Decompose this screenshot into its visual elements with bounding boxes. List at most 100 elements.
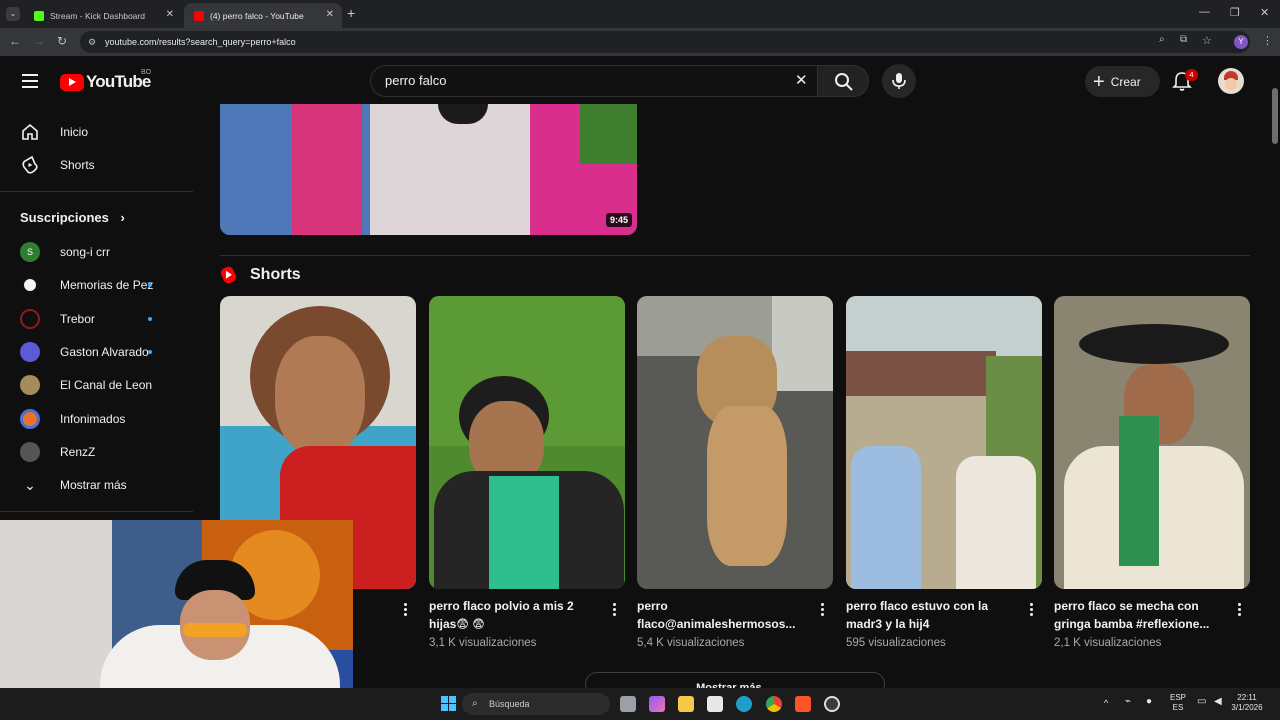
url-text: youtube.com/results?search_query=perro+f… (105, 37, 296, 47)
clock-date: 3/1/2026 (1231, 703, 1263, 712)
short-title[interactable]: perro flaco se mecha con gringa bamba #r… (1054, 597, 1229, 633)
close-tab-icon[interactable]: ✕ (166, 9, 174, 20)
short-thumbnail[interactable] (846, 296, 1042, 589)
edge-icon[interactable] (736, 696, 752, 712)
search-value: perro falco (385, 73, 447, 88)
brave-icon[interactable] (795, 696, 811, 712)
video-duration: 9:45 (605, 213, 632, 227)
plus-icon: + (1093, 70, 1105, 93)
sidebar-item-memorias-de-pez[interactable]: Memorias de Pez (14, 271, 184, 299)
short-thumbnail[interactable] (637, 296, 833, 589)
voice-search-button[interactable] (882, 64, 916, 98)
short-thumbnail[interactable] (429, 296, 625, 589)
display-icon[interactable]: ▭ (1197, 697, 1206, 707)
channel-avatar (20, 342, 40, 362)
taskbar-search-placeholder: Búsqueda (489, 699, 530, 709)
sidebar-item-label: Infonimados (60, 412, 126, 426)
notification-badge: 4 (1185, 69, 1198, 81)
short-views: 3,1 K visualizaciones (429, 637, 537, 649)
short-thumbnail[interactable] (1054, 296, 1250, 589)
sidebar-item-label: Memorias de Pez (60, 278, 154, 292)
page-scrollbar[interactable] (1270, 56, 1280, 690)
shorts-logo-icon (219, 265, 238, 285)
subscriptions-heading[interactable]: Suscripciones › (20, 210, 125, 225)
tray-chevron-up-icon[interactable]: ^ (1104, 698, 1108, 708)
short-item[interactable]: perro flaco polvio a mis 2 hijas😨 😨 3,1 … (429, 296, 625, 649)
shorts-title-text: Shorts (250, 266, 301, 283)
scrollbar-thumb[interactable] (1272, 88, 1278, 144)
sidebar-item-inicio[interactable]: Inicio (14, 118, 184, 146)
more-options-button[interactable] (1232, 601, 1246, 619)
short-title[interactable]: perro flaco polvio a mis 2 hijas😨 😨 (429, 597, 604, 633)
address-bar[interactable]: ⚙ youtube.com/results?search_query=perro… (80, 31, 1250, 53)
microphone-icon (892, 73, 906, 89)
install-app-icon[interactable]: ⧉ (1180, 34, 1187, 45)
browser-profile-avatar[interactable]: Y (1234, 35, 1248, 49)
minimize-button[interactable]: — (1199, 6, 1210, 18)
zoom-icon[interactable]: ⌕ (1159, 34, 1165, 45)
tab-youtube[interactable]: (4) perro falco - YouTube ✕ (184, 3, 342, 28)
clear-search-icon[interactable]: ✕ (795, 66, 808, 96)
sidebar-item-trebor[interactable]: Trebor (14, 305, 184, 333)
sidebar-item-gaston-alvarado[interactable]: Gaston Alvarado (14, 338, 184, 366)
close-window-button[interactable]: ✕ (1260, 6, 1269, 19)
obs-icon[interactable] (824, 696, 840, 712)
youtube-logo[interactable]: YouTube (60, 72, 151, 92)
taskbar-search-box[interactable]: ⌕ Búsqueda (462, 693, 610, 715)
forward-button[interactable]: → (33, 34, 45, 48)
menu-kebab-icon[interactable]: ⋮ (1262, 34, 1273, 47)
copilot-icon[interactable] (649, 696, 665, 712)
search-button[interactable] (817, 65, 869, 97)
sidebar-item-el-canal-de-leon[interactable]: El Canal de Leon (14, 371, 184, 399)
sidebar-item-label: El Canal de Leon (60, 378, 153, 392)
microphone-tray-icon[interactable]: ● (1146, 697, 1152, 707)
microsoft-store-icon[interactable] (707, 696, 723, 712)
more-options-button[interactable] (1024, 601, 1038, 619)
create-label: Crear (1110, 74, 1141, 89)
back-button[interactable]: ← (9, 34, 21, 48)
short-item[interactable]: perro flaco se mecha con gringa bamba #r… (1054, 296, 1250, 649)
volume-icon[interactable]: ◀ (1214, 697, 1222, 707)
windows-start-icon[interactable] (441, 696, 457, 712)
short-item[interactable]: perro flaco@animaleshermosos... 5,4 K vi… (637, 296, 833, 649)
account-avatar[interactable] (1218, 68, 1244, 94)
sidebar-show-more[interactable]: ⌄ Mostrar más (14, 471, 184, 499)
file-explorer-icon[interactable] (678, 696, 694, 712)
sidebar-item-infonimados[interactable]: Infonimados (14, 405, 184, 433)
tab-kick-dashboard[interactable]: Stream - Kick Dashboard ✕ (24, 3, 182, 28)
channel-avatar (20, 309, 40, 329)
search-input[interactable]: perro falco ✕ (370, 65, 818, 97)
reload-button[interactable]: ↻ (57, 34, 67, 48)
create-button[interactable]: + Crear (1085, 66, 1160, 97)
sidebar-item-label: Mostrar más (60, 478, 127, 492)
new-tab-button[interactable]: + (347, 5, 355, 21)
sidebar-item-shorts[interactable]: Shorts (14, 151, 184, 179)
new-content-dot (148, 317, 152, 321)
network-icon[interactable]: ⌁ (1125, 697, 1131, 707)
language-indicator[interactable]: ESP ES (1167, 693, 1189, 713)
task-view-icon[interactable] (620, 696, 636, 712)
video-thumbnail[interactable]: 9:45 (220, 104, 637, 235)
more-options-button[interactable] (815, 601, 829, 619)
more-options-button[interactable] (607, 601, 621, 619)
clock[interactable]: 22:11 3/1/2026 (1230, 693, 1264, 713)
search-icon (835, 73, 853, 91)
hamburger-menu-icon[interactable] (22, 74, 38, 88)
site-info-icon[interactable]: ⚙ (88, 31, 96, 53)
sidebar-item-renzz[interactable]: RenzZ (14, 438, 184, 466)
tab-search-icon[interactable]: ⌄ (6, 7, 20, 21)
sidebar-item-song-i-crr[interactable]: S song-i crr (14, 238, 184, 266)
bookmark-star-icon[interactable]: ☆ (1202, 34, 1212, 47)
windows-taskbar: ⌕ Búsqueda ^ ⌁ ● ESP ES ▭ ◀ 22:11 3/1/20… (0, 688, 1280, 720)
short-item[interactable]: perro flaco estuvo con la madr3 y la hij… (846, 296, 1042, 649)
short-title[interactable]: perro flaco@animaleshermosos... (637, 597, 812, 633)
sidebar-item-label: song-i crr (60, 245, 111, 259)
restore-button[interactable]: ❐ (1230, 6, 1240, 19)
chrome-icon[interactable] (766, 696, 782, 712)
close-tab-icon[interactable]: ✕ (326, 9, 334, 20)
channel-avatar (20, 275, 40, 295)
more-options-button[interactable] (398, 601, 412, 619)
short-views: 595 visualizaciones (846, 637, 946, 649)
short-title[interactable]: perro flaco estuvo con la madr3 y la hij… (846, 597, 1021, 633)
short-views: 2,1 K visualizaciones (1054, 637, 1162, 649)
